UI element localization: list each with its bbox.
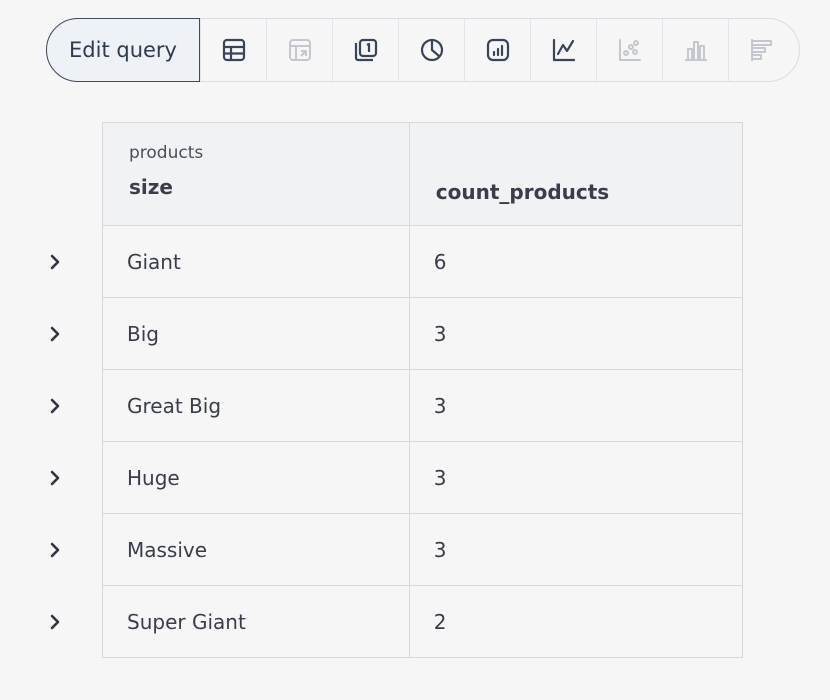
expand-row-toggle[interactable] xyxy=(40,298,70,370)
chevron-right-icon xyxy=(50,542,60,558)
line-chart-icon xyxy=(552,38,575,62)
table-header-row: products size count_products xyxy=(102,122,744,226)
table-row: Huge 3 xyxy=(102,441,744,514)
count-cell: 2 xyxy=(408,585,744,658)
table-row: Giant 6 xyxy=(102,225,744,298)
expand-row-toggle[interactable] xyxy=(40,226,70,298)
count-cell: 3 xyxy=(408,369,744,442)
pivot-table-icon xyxy=(288,39,311,61)
expand-row-toggle[interactable] xyxy=(40,442,70,514)
column-chart-icon xyxy=(684,41,707,61)
column-header-count-products[interactable]: count_products xyxy=(408,122,744,226)
single-value-button[interactable] xyxy=(332,19,398,81)
chevron-right-icon xyxy=(50,398,60,414)
pivot-table-button[interactable] xyxy=(266,19,332,81)
visualization-toolbar: Edit query xyxy=(46,18,800,82)
horizontal-bar-button[interactable] xyxy=(728,19,794,81)
edit-query-button[interactable]: Edit query xyxy=(46,18,200,82)
column-group-label: products xyxy=(129,143,204,163)
expand-row-toggle[interactable] xyxy=(40,370,70,442)
table-row: Super Giant 2 xyxy=(102,585,744,658)
column-header-size[interactable]: products size xyxy=(102,122,410,226)
table-row: Great Big 3 xyxy=(102,369,744,442)
single-value-icon xyxy=(354,38,377,62)
chevron-right-icon xyxy=(50,254,60,270)
size-cell: Big xyxy=(102,297,410,370)
size-cell: Giant xyxy=(102,225,410,298)
count-cell: 3 xyxy=(408,297,744,370)
count-cell: 3 xyxy=(408,441,744,514)
table-row: Massive 3 xyxy=(102,513,744,586)
scatter-chart-icon xyxy=(618,39,641,61)
column-label: size xyxy=(129,175,173,199)
line-chart-button[interactable] xyxy=(530,19,596,81)
size-cell: Great Big xyxy=(102,369,410,442)
size-cell: Massive xyxy=(102,513,410,586)
results-table: products size count_products Giant 6 Big… xyxy=(102,122,744,658)
horizontal-bar-chart-icon xyxy=(750,39,772,61)
size-cell: Super Giant xyxy=(102,585,410,658)
chevron-right-icon xyxy=(50,470,60,486)
pie-chart-icon xyxy=(420,38,443,62)
row-expand-column xyxy=(40,226,70,658)
pie-chart-button[interactable] xyxy=(398,19,464,81)
expand-row-toggle[interactable] xyxy=(40,586,70,658)
table-row: Big 3 xyxy=(102,297,744,370)
table-icon xyxy=(222,38,245,62)
count-cell: 6 xyxy=(408,225,744,298)
chevron-right-icon xyxy=(50,326,60,342)
column-chart-button[interactable] xyxy=(662,19,728,81)
chevron-right-icon xyxy=(50,614,60,630)
column-label: count_products xyxy=(435,180,610,204)
expand-row-toggle[interactable] xyxy=(40,514,70,586)
scatter-chart-button[interactable] xyxy=(596,19,662,81)
size-cell: Huge xyxy=(102,441,410,514)
bar-kpi-icon xyxy=(486,38,509,62)
bar-kpi-button[interactable] xyxy=(464,19,530,81)
table-view-button[interactable] xyxy=(200,19,266,81)
count-cell: 3 xyxy=(408,513,744,586)
